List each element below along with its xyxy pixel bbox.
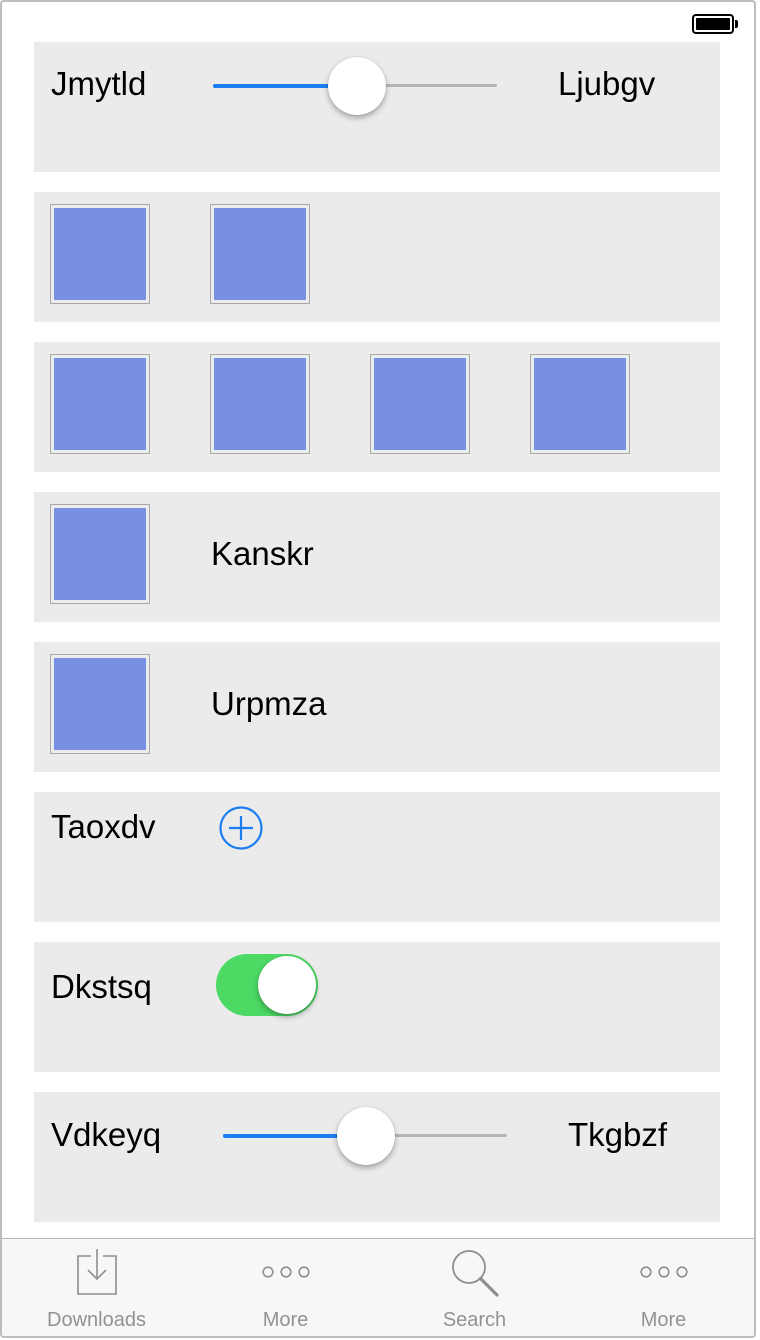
more-icon <box>639 1265 689 1284</box>
image-text-row-2[interactable]: Urpmza <box>34 642 720 772</box>
tab-label: More <box>262 1309 309 1331</box>
tab-label: Search <box>442 1309 507 1331</box>
image-thumbnail[interactable] <box>530 354 630 454</box>
add-row-label: Taoxdv <box>51 808 156 845</box>
image-thumbnail[interactable] <box>210 354 310 454</box>
tab-label: Downloads <box>47 1309 146 1331</box>
image-thumbnail <box>50 504 150 604</box>
image-thumbnail[interactable] <box>370 354 470 454</box>
toggle-label: Dkstsq <box>51 968 152 1005</box>
add-row: Taoxdv <box>34 792 720 922</box>
slider-1[interactable] <box>213 57 497 115</box>
tab-downloads[interactable]: Downloads <box>2 1239 191 1336</box>
more-icon <box>261 1265 311 1284</box>
plus-circle-icon[interactable] <box>218 805 264 851</box>
slider-min-label: Jmytld <box>51 65 147 102</box>
slider-thumb[interactable] <box>337 1107 395 1165</box>
slider-max-label: Ljubgv <box>558 65 656 102</box>
downloads-icon <box>75 1247 119 1302</box>
item-label: Kanskr <box>211 535 314 572</box>
slider-min-label: Vdkeyq <box>51 1116 162 1153</box>
toggle-switch[interactable] <box>216 954 318 1016</box>
toggle-row: Dkstsq <box>34 942 720 1072</box>
image-thumbnail[interactable] <box>210 204 310 304</box>
app-screen: Jmytld Ljubgv Kanskr Urpmza Taoxdv Dksts… <box>0 0 756 1338</box>
image-thumbnail[interactable] <box>50 204 150 304</box>
image-row-2 <box>34 192 720 322</box>
image-text-row-1[interactable]: Kanskr <box>34 492 720 622</box>
search-icon <box>449 1247 501 1304</box>
battery-full-icon <box>692 14 738 34</box>
image-thumbnail <box>50 654 150 754</box>
tab-label: More <box>640 1309 687 1331</box>
image-thumbnail[interactable] <box>50 354 150 454</box>
item-label: Urpmza <box>211 685 327 722</box>
tab-bar: Downloads More Search More <box>2 1238 754 1336</box>
slider-row-1: Jmytld Ljubgv <box>34 42 720 172</box>
slider-2[interactable] <box>223 1107 507 1165</box>
tab-more-2[interactable]: More <box>569 1239 754 1336</box>
image-row-4 <box>34 342 720 472</box>
tab-search[interactable]: Search <box>380 1239 569 1336</box>
slider-row-2: Vdkeyq Tkgbzf <box>34 1092 720 1222</box>
slider-thumb[interactable] <box>328 57 386 115</box>
slider-max-label: Tkgbzf <box>568 1116 668 1153</box>
tab-more[interactable]: More <box>191 1239 380 1336</box>
